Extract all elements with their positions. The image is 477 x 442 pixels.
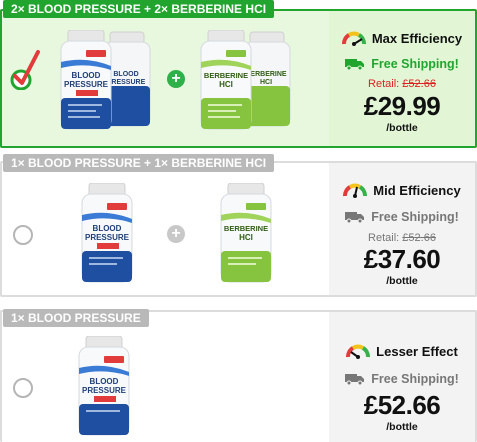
svg-text:PRESSURE: PRESSURE (107, 79, 146, 86)
svg-text:BERBERINE: BERBERINE (204, 71, 248, 80)
svg-text:BLOOD: BLOOD (93, 224, 122, 233)
check-icon (10, 50, 40, 90)
plus-icon: + (167, 225, 185, 243)
svg-text:PRESSURE: PRESSURE (64, 80, 109, 89)
svg-text:BERBERINE: BERBERINE (224, 224, 268, 233)
truck-icon (345, 212, 365, 223)
bottle-icon: BERBERINE HCI BERBERINE HCI (200, 30, 291, 130)
bottle-icon: BLOOD PRESSURE (81, 183, 133, 283)
gauge-icon (343, 183, 368, 198)
offer-tag: 1× BLOOD PRESSURE (3, 309, 149, 327)
retail-price: Retail: £52.66 (329, 78, 475, 90)
svg-text:HCI: HCI (260, 79, 272, 86)
svg-text:BLOOD: BLOOD (72, 71, 101, 80)
shipping-label: Free Shipping! (371, 57, 459, 71)
truck-icon (345, 374, 365, 385)
offer-bundle-2[interactable]: 1× BLOOD PRESSURE + 1× BERBERINE HCI BLO… (0, 152, 477, 299)
bottle-icon: BERBERINE HCI (220, 183, 272, 283)
offer-bundle-3[interactable]: 1× BLOOD PRESSURE BLOOD PRESSURE Lesser … (0, 300, 477, 442)
efficiency-label: Max Efficiency (371, 31, 463, 46)
radio-button[interactable] (13, 225, 33, 245)
efficiency-label: Mid Efficiency (373, 183, 461, 198)
retail-old-price: £52.66 (402, 232, 436, 244)
retail-old-price: £52.66 (402, 78, 436, 90)
svg-text:PRESSURE: PRESSURE (85, 233, 130, 242)
shipping-label: Free Shipping! (371, 372, 459, 386)
gauge-icon (341, 31, 366, 46)
svg-text:PRESSURE: PRESSURE (82, 386, 127, 395)
price-panel: Lesser Effect Free Shipping! £52.66 /bot… (329, 312, 475, 442)
radio-button[interactable] (13, 378, 33, 398)
offer-tag: 2× BLOOD PRESSURE + 2× BERBERINE HCI (3, 0, 275, 18)
bottle-icon: BLOOD PRESSURE (78, 336, 130, 436)
per-bottle-label: /bottle (386, 275, 418, 287)
efficiency-label: Lesser Effect (376, 344, 458, 359)
svg-text:BERBERINE: BERBERINE (245, 71, 287, 78)
per-bottle-label: /bottle (386, 122, 418, 134)
svg-text:HCI: HCI (239, 233, 253, 242)
plus-icon: + (167, 70, 185, 88)
retail-price: Retail: £52.66 (329, 232, 475, 244)
offer-price: £37.60 (363, 244, 441, 274)
price-panel: Max Efficiency Free Shipping! Retail: £5… (329, 11, 475, 146)
per-bottle-label: /bottle (386, 421, 418, 433)
svg-text:HCI: HCI (219, 80, 233, 89)
offer-price: £29.99 (363, 91, 441, 121)
svg-text:BLOOD: BLOOD (90, 377, 119, 386)
retail-label: Retail: (368, 78, 400, 90)
shipping-label: Free Shipping! (371, 210, 459, 224)
svg-text:BLOOD: BLOOD (113, 71, 138, 78)
offer-tag: 1× BLOOD PRESSURE + 1× BERBERINE HCI (3, 154, 275, 172)
offer-bundle-1[interactable]: 2× BLOOD PRESSURE + 2× BERBERINE HCI BLO… (0, 0, 477, 152)
retail-label: Retail: (368, 232, 400, 244)
offer-price: £52.66 (363, 390, 441, 420)
bottle-icon: BLOOD PRESSURE BLOOD PRESSURE (60, 30, 151, 130)
truck-icon (345, 59, 365, 70)
price-panel: Mid Efficiency Free Shipping! Retail: £5… (329, 163, 475, 295)
gauge-icon (346, 344, 371, 359)
